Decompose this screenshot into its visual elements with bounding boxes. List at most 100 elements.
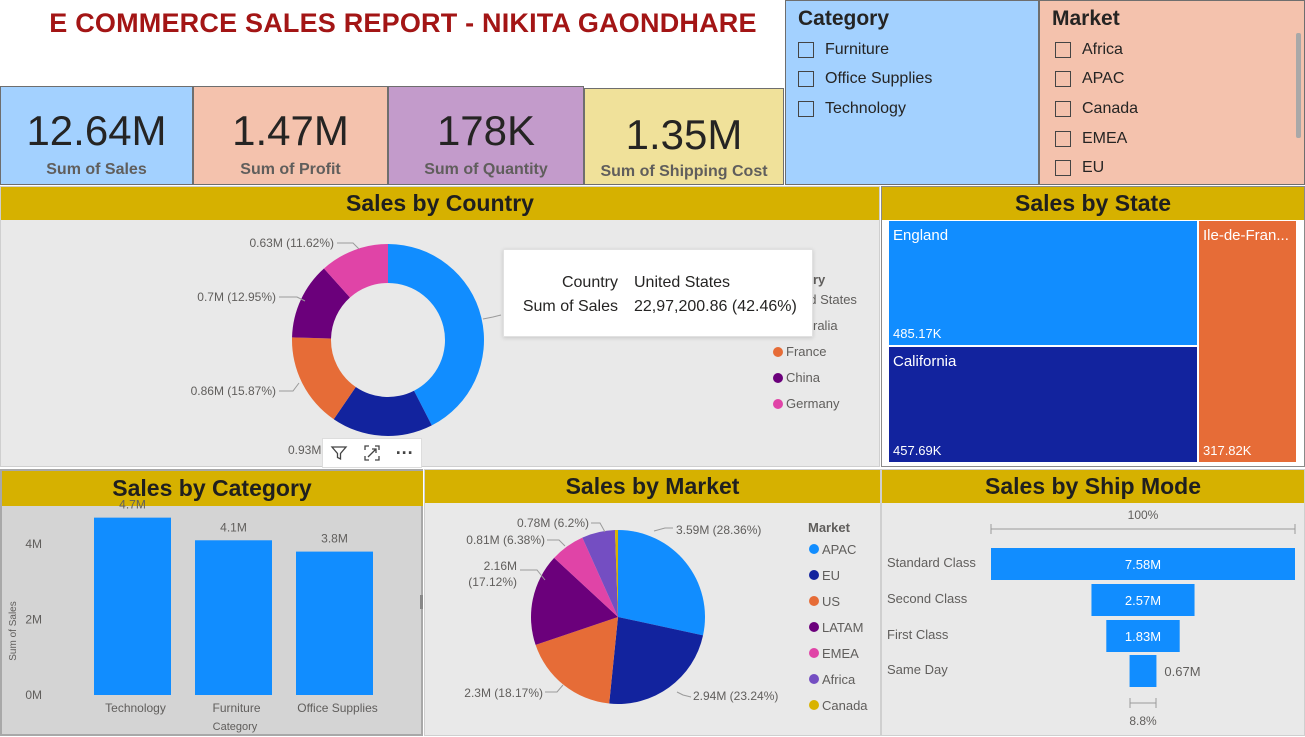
- kpi-card-quantity[interactable]: 178K Sum of Quantity: [388, 86, 584, 185]
- data-label: 7.58M: [1125, 557, 1161, 572]
- bar-furniture[interactable]: [195, 540, 272, 695]
- slicer-item-africa[interactable]: Africa: [1055, 41, 1123, 59]
- legend-marker: [809, 700, 819, 710]
- checkbox[interactable]: [1055, 101, 1071, 117]
- chart-tooltip: Country United States Sum of Sales 22,97…: [503, 249, 813, 337]
- legend-marker: [809, 544, 819, 554]
- data-label: 3.59M (28.36%): [676, 523, 761, 537]
- sales-by-ship-mode-panel: Sales by Ship Mode 100% Standard Class 7.…: [881, 469, 1305, 736]
- legend-marker: [773, 347, 783, 357]
- slicer-item-eu[interactable]: EU: [1055, 159, 1104, 177]
- slicer-item-apac[interactable]: APAC: [1055, 70, 1124, 88]
- funnel-bottom-label: 8.8%: [1129, 714, 1157, 728]
- checkbox[interactable]: [1055, 71, 1071, 87]
- slicer-item-furniture[interactable]: Furniture: [798, 41, 889, 59]
- sales-by-ship-mode-chart: 100% Standard Class 7.58M Second Class 2.57…: [887, 508, 1296, 728]
- data-label: 0.78M (6.2%): [517, 516, 589, 530]
- treemap-cell-england[interactable]: England 485.17K: [889, 221, 1197, 345]
- label-line: 2.16M: [484, 559, 517, 573]
- checkbox[interactable]: [1055, 131, 1071, 147]
- treemap-cell-ile-de-france[interactable]: Ile-de-Fran... 317.82K: [1199, 221, 1296, 462]
- donut-chart[interactable]: [292, 244, 484, 436]
- funnel-top-label: 100%: [1128, 508, 1159, 522]
- more-options-icon[interactable]: ···: [388, 439, 421, 467]
- slicer-item-label: APAC: [1082, 70, 1125, 87]
- tooltip-value: United States: [634, 274, 731, 291]
- slicer-item-label: Canada: [1082, 100, 1139, 117]
- data-label: 2.94M (23.24%): [693, 689, 778, 703]
- slicer-scrollbar[interactable]: [1296, 33, 1301, 138]
- bars[interactable]: 4.7M Technology 4.1M Furniture 3.8M Office Su…: [94, 498, 378, 715]
- data-label: 2.3M (18.17%): [464, 686, 543, 700]
- kpi-card-sales[interactable]: 12.64M Sum of Sales: [0, 86, 193, 185]
- slicer-item-technology[interactable]: Technology: [798, 100, 906, 118]
- treemap-value: 485.17K: [893, 326, 942, 341]
- kpi-value: 12.64M: [26, 107, 167, 154]
- legend-marker: [809, 674, 819, 684]
- leader-line: [676, 691, 692, 698]
- funnel-bars[interactable]: Standard Class 7.58M Second Class 2.57M Firs…: [887, 548, 1295, 687]
- legend-marker: [773, 373, 783, 383]
- category-label: Second Class: [887, 591, 968, 606]
- report-title: E COMMERCE SALES REPORT - NIKITA GAONDHA…: [49, 8, 757, 38]
- pie-chart[interactable]: [531, 530, 705, 704]
- sales-by-market-chart: 3.59M (28.36%) 2.94M (23.24%) 2.3M (18.1…: [464, 516, 868, 713]
- filter-icon[interactable]: [323, 439, 356, 467]
- checkbox[interactable]: [798, 71, 814, 87]
- y-tick-label: 4M: [25, 537, 42, 551]
- legend[interactable]: APAC EU US LATAM EMEA Africa Canada: [809, 542, 868, 713]
- data-label: 4.7M: [119, 498, 146, 512]
- legend-label: APAC: [822, 542, 856, 557]
- tooltip-key: Country: [561, 274, 618, 291]
- bar-technology[interactable]: [94, 517, 171, 695]
- bar-office-supplies[interactable]: [296, 551, 373, 695]
- treemap-value: 457.69K: [893, 443, 942, 458]
- leader-line: [482, 314, 502, 320]
- sales-by-category-panel: Sales by Category 0M 2M 4M 4.7M Technology 4…: [0, 469, 423, 736]
- slicer-item-canada[interactable]: Canada: [1055, 100, 1138, 118]
- data-label: 0.63M (11.62%): [250, 236, 335, 250]
- slicer-item-label: Technology: [825, 100, 906, 117]
- kpi-label: Sum of Profit: [240, 161, 341, 178]
- legend-label: Africa: [822, 672, 856, 687]
- tooltip-value: 22,97,200.86 (42.46%): [634, 298, 797, 315]
- data-label: 1.83M: [1125, 629, 1161, 644]
- category-label: Same Day: [887, 662, 948, 677]
- x-tick-label: Furniture: [212, 701, 260, 715]
- leader-line: [591, 522, 606, 533]
- focus-mode-icon[interactable]: [356, 439, 389, 467]
- legend-label: US: [822, 594, 840, 609]
- legend-label: EU: [822, 568, 840, 583]
- panel-title: Sales by State: [882, 187, 1304, 220]
- data-label: 2.57M: [1125, 593, 1161, 608]
- kpi-card-shipping-cost[interactable]: 1.35M Sum of Shipping Cost: [584, 88, 784, 185]
- data-label: 0.86M (15.87%): [191, 384, 276, 398]
- checkbox[interactable]: [1055, 160, 1071, 176]
- legend-label: EMEA: [822, 646, 859, 661]
- data-label: 0.67M: [1164, 664, 1200, 679]
- funnel-bar-same-day[interactable]: [1129, 655, 1157, 687]
- visual-header-toolbar: ···: [322, 438, 422, 468]
- treemap-label: California: [893, 353, 957, 370]
- market-slicer: Market Africa APAC Canada EMEA EU: [1039, 0, 1305, 185]
- slicer-item-emea[interactable]: EMEA: [1055, 130, 1127, 148]
- legend-label: China: [786, 370, 821, 385]
- legend-marker: [809, 596, 819, 606]
- checkbox[interactable]: [1055, 42, 1071, 58]
- slicer-item-office-supplies[interactable]: Office Supplies: [798, 70, 932, 88]
- resize-handle[interactable]: [420, 595, 423, 609]
- treemap-label: Ile-de-Fran...: [1203, 227, 1289, 244]
- category-slicer: Category Furniture Office Supplies Techn…: [785, 0, 1039, 185]
- slicer-item-label: Furniture: [825, 41, 890, 58]
- category-label: Standard Class: [887, 555, 976, 570]
- treemap-cell-california[interactable]: California 457.69K: [889, 347, 1197, 462]
- category-label: First Class: [887, 627, 949, 642]
- x-tick-label: Technology: [105, 701, 166, 715]
- checkbox[interactable]: [798, 42, 814, 58]
- y-tick-label: 0M: [25, 688, 42, 702]
- kpi-label: Sum of Quantity: [424, 161, 548, 178]
- kpi-card-profit[interactable]: 1.47M Sum of Profit: [193, 86, 388, 185]
- checkbox[interactable]: [798, 101, 814, 117]
- y-tick-label: 2M: [25, 613, 42, 627]
- pie-slice-apac[interactable]: [618, 530, 705, 636]
